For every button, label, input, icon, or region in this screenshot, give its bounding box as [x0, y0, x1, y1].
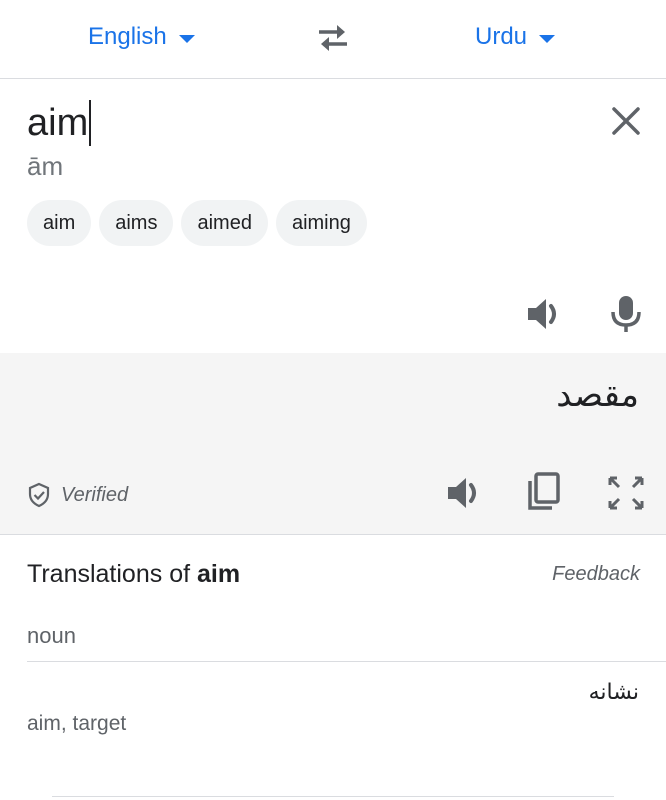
target-language-label: Urdu	[475, 23, 528, 50]
suggestion-chip[interactable]: aiming	[275, 200, 367, 246]
divider	[27, 661, 666, 662]
verified-label: Verified	[61, 483, 129, 506]
source-text-input[interactable]: aim	[27, 95, 92, 151]
suggestion-chips: aim aims aimed aiming	[27, 200, 367, 246]
suggestion-chip[interactable]: aimed	[181, 200, 268, 246]
target-language-button[interactable]: Urdu	[475, 20, 556, 54]
microphone-button[interactable]	[608, 294, 644, 334]
translated-text: مقصد	[556, 375, 639, 415]
speaker-icon	[448, 478, 476, 508]
text-cursor	[89, 100, 92, 146]
swap-arrows-icon	[319, 25, 347, 51]
language-bar: English Urdu	[0, 0, 666, 79]
translation-entry-back-translations: aim, target	[27, 712, 127, 735]
source-input-panel: aim ām aim aims aimed aiming	[0, 79, 666, 354]
source-language-label: English	[88, 23, 167, 50]
suggestion-chip[interactable]: aim	[27, 200, 92, 246]
translation-output-panel: مقصد Verified	[0, 353, 666, 535]
close-icon	[612, 107, 640, 135]
translations-heading: Translations of aim	[27, 560, 240, 589]
fullscreen-button[interactable]	[606, 474, 646, 512]
copy-translation-button[interactable]	[525, 470, 565, 514]
fullscreen-icon	[608, 476, 644, 510]
source-language-button[interactable]: English	[88, 20, 195, 54]
swap-languages-button[interactable]	[315, 22, 351, 54]
caret-down-icon	[178, 35, 195, 43]
speaker-icon	[528, 299, 556, 329]
translations-heading-term: aim	[197, 560, 241, 588]
listen-source-button[interactable]	[524, 294, 564, 334]
microphone-icon	[611, 296, 641, 332]
part-of-speech: noun	[27, 623, 76, 648]
copy-icon	[528, 472, 560, 510]
source-text: aim	[27, 102, 89, 144]
divider	[52, 796, 614, 797]
caret-down-icon	[539, 35, 556, 43]
suggestion-chip[interactable]: aims	[99, 200, 174, 246]
verified-badge[interactable]: Verified	[27, 482, 128, 508]
translation-entry-term[interactable]: نشانه	[589, 680, 639, 705]
translations-heading-prefix: Translations of	[27, 560, 191, 588]
shield-check-icon	[28, 482, 50, 508]
feedback-link[interactable]: Feedback	[552, 563, 640, 586]
listen-translation-button[interactable]	[444, 473, 484, 513]
transliteration: ām	[27, 151, 64, 181]
clear-input-button[interactable]	[608, 103, 644, 139]
